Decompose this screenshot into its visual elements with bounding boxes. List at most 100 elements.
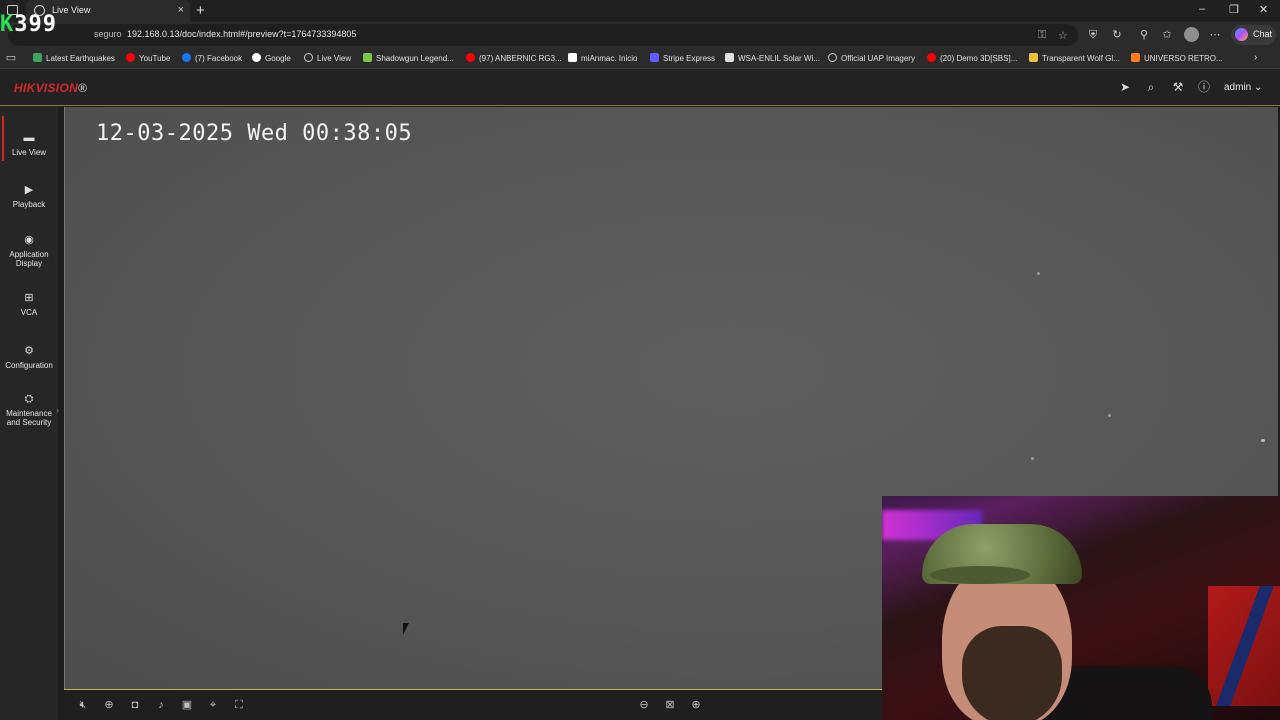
bookmark-item[interactable]: UNIVERSO RETRO... bbox=[1131, 53, 1223, 63]
nav-collapse-icon[interactable]: › bbox=[56, 405, 64, 421]
minimize-icon[interactable]: – bbox=[1199, 3, 1205, 15]
insecure-label: seguro bbox=[94, 29, 122, 39]
restore-icon[interactable]: ❐ bbox=[1229, 3, 1239, 16]
bookmark-item[interactable]: miAnmac. Inicio bbox=[568, 53, 637, 63]
maintenance-icon: ⛭ bbox=[24, 393, 34, 405]
bookmark-item[interactable]: (7) Facebook bbox=[182, 53, 242, 63]
search-icon[interactable]: ⌕ bbox=[1144, 80, 1158, 94]
browser-nav-row: seguro 192.168.0.13/doc/index.html#/prev… bbox=[0, 22, 1280, 48]
bookmark-item[interactable]: (20) Demo 3D[SBS]... bbox=[927, 53, 1017, 63]
nav-item-maintenance-and-security[interactable]: ⛭ Maintenance and Security bbox=[0, 393, 58, 427]
favorites-icon[interactable]: ✩ bbox=[1160, 28, 1174, 42]
webcam-overlay bbox=[882, 496, 1280, 720]
earthquake-icon bbox=[33, 53, 42, 62]
bookmark-item[interactable]: Official UAP Imagery bbox=[828, 53, 915, 63]
bookmark-item[interactable]: Stripe Express bbox=[650, 53, 715, 63]
nav-item-vca[interactable]: ⊞ VCA bbox=[0, 292, 58, 317]
bookmarks-overflow-icon[interactable]: › bbox=[1254, 52, 1257, 63]
bookmarks-bar: ▭ Latest Earthquakes YouTube (7) Faceboo… bbox=[0, 48, 1280, 69]
key-icon[interactable]: ⚿ bbox=[1038, 29, 1046, 42]
osd-timestamp: 12-03-2025 Wed 00:38:05 bbox=[96, 121, 413, 146]
tab-title: Live View bbox=[52, 5, 91, 15]
globe-icon bbox=[304, 53, 313, 62]
star-speck bbox=[1031, 457, 1034, 460]
user-menu[interactable]: admin ⌄ bbox=[1224, 82, 1262, 93]
zoom-icon[interactable]: ⊕ bbox=[102, 698, 116, 712]
record-icon[interactable]: ▣ bbox=[180, 698, 194, 712]
youtube-icon bbox=[927, 53, 936, 62]
microphone-icon[interactable]: ♪ bbox=[154, 698, 168, 712]
fullscreen-icon[interactable]: ⛶ bbox=[232, 698, 246, 712]
window-close-icon[interactable]: ✕ bbox=[1259, 3, 1268, 16]
new-tab-icon[interactable]: + bbox=[196, 2, 205, 19]
youtube-icon bbox=[466, 53, 475, 62]
nav-item-live-view[interactable]: ▬ Live View bbox=[0, 132, 58, 157]
next-icon[interactable]: ⊕ bbox=[689, 698, 703, 712]
application-icon: ◉ bbox=[24, 234, 34, 246]
star-icon[interactable]: ☆ bbox=[1058, 29, 1068, 42]
browser-tab-strip: Live View × + – ❐ ✕ bbox=[0, 0, 1280, 22]
facebook-icon bbox=[182, 53, 191, 62]
monitor-icon: ▬ bbox=[23, 132, 35, 144]
extension-icon[interactable]: ⚲ bbox=[1137, 28, 1151, 42]
extension-shield-icon[interactable]: ⛨ bbox=[1086, 28, 1100, 42]
url-text[interactable]: 192.168.0.13/doc/index.html#/preview?t=1… bbox=[127, 29, 356, 39]
bookmark-menu-icon[interactable]: ▭ bbox=[4, 51, 18, 65]
star-speck bbox=[1037, 272, 1040, 275]
copilot-icon bbox=[1235, 28, 1248, 41]
app-header: HIKVISION® ➤ ⌕ ⚒ ⓘ admin ⌄ bbox=[0, 69, 1280, 106]
tab-close-icon[interactable]: × bbox=[178, 4, 184, 16]
google-icon bbox=[252, 53, 261, 62]
bookmark-item[interactable]: YouTube bbox=[126, 53, 170, 63]
mute-icon[interactable]: 🔇︎ bbox=[76, 698, 90, 712]
bookmark-item[interactable]: WSA-ENLIL Solar Wi... bbox=[725, 53, 820, 63]
nav-item-configuration[interactable]: ⚙ Configuration bbox=[0, 345, 58, 370]
gear-icon: ⚙ bbox=[24, 345, 34, 357]
stream-overlay-counter: K399 bbox=[0, 14, 57, 36]
hikvision-logo: HIKVISION® bbox=[14, 81, 88, 95]
cap-brim bbox=[930, 566, 1030, 584]
address-bar[interactable]: seguro 192.168.0.13/doc/index.html#/prev… bbox=[8, 24, 1078, 46]
nav-item-playback[interactable]: ▶ Playback bbox=[0, 184, 58, 209]
chat-label: Chat bbox=[1253, 29, 1273, 39]
left-nav: ▬ Live View ▶ Playback ◉ Application Dis… bbox=[0, 106, 58, 720]
playback-icon: ▶ bbox=[24, 184, 34, 196]
page-icon bbox=[1029, 53, 1038, 62]
bookmark-item[interactable]: Live View bbox=[304, 53, 351, 63]
more-menu-icon[interactable]: ⋯ bbox=[1208, 28, 1222, 42]
flag-backdrop bbox=[1208, 586, 1280, 706]
stop-icon[interactable]: ⊠ bbox=[663, 698, 677, 712]
bookmark-item[interactable]: Latest Earthquakes bbox=[33, 53, 115, 63]
r-logo-icon bbox=[568, 53, 577, 62]
stripe-icon bbox=[650, 53, 659, 62]
previous-icon[interactable]: ⊖ bbox=[637, 698, 651, 712]
username: admin bbox=[1224, 82, 1252, 93]
settings-wrench-icon[interactable]: ⚒ bbox=[1171, 80, 1185, 94]
mouse-cursor bbox=[403, 623, 409, 635]
chat-button[interactable]: Chat bbox=[1231, 25, 1276, 45]
counter-value: 399 bbox=[14, 12, 57, 37]
streamer-beard bbox=[962, 626, 1062, 720]
chevron-down-icon: ⌄ bbox=[1254, 82, 1263, 93]
video-toolbar: 🔇︎ ⊕ ◘ ♪ ▣ ⌖ ⛶ ⊖ ⊠ ⊕ bbox=[64, 689, 882, 720]
counter-prefix: K bbox=[0, 12, 15, 37]
info-icon[interactable]: ⓘ bbox=[1197, 80, 1211, 94]
blogger-icon bbox=[1131, 53, 1140, 62]
star-speck bbox=[1108, 414, 1111, 417]
camera-capture-icon[interactable]: ◘ bbox=[128, 698, 142, 712]
globe-icon bbox=[828, 53, 837, 62]
browser-profile-avatar[interactable] bbox=[1184, 27, 1199, 42]
android-icon bbox=[363, 53, 372, 62]
focus-icon[interactable]: ⌖ bbox=[206, 698, 220, 712]
bookmark-item[interactable]: Shadowgun Legend... bbox=[363, 53, 454, 63]
youtube-icon bbox=[126, 53, 135, 62]
send-icon[interactable]: ➤ bbox=[1118, 80, 1132, 94]
vca-icon: ⊞ bbox=[24, 292, 34, 304]
bookmark-item[interactable]: Google bbox=[252, 53, 291, 63]
bookmark-item[interactable]: Transparent Wolf Gl... bbox=[1029, 53, 1120, 63]
nav-item-application-display[interactable]: ◉ Application Display bbox=[0, 234, 58, 268]
star-speck bbox=[1261, 439, 1265, 442]
bookmark-item[interactable]: (97) ANBERNIC RG3... bbox=[466, 53, 562, 63]
noaa-icon bbox=[725, 53, 734, 62]
refresh-extension-icon[interactable]: ↻ bbox=[1110, 28, 1124, 42]
